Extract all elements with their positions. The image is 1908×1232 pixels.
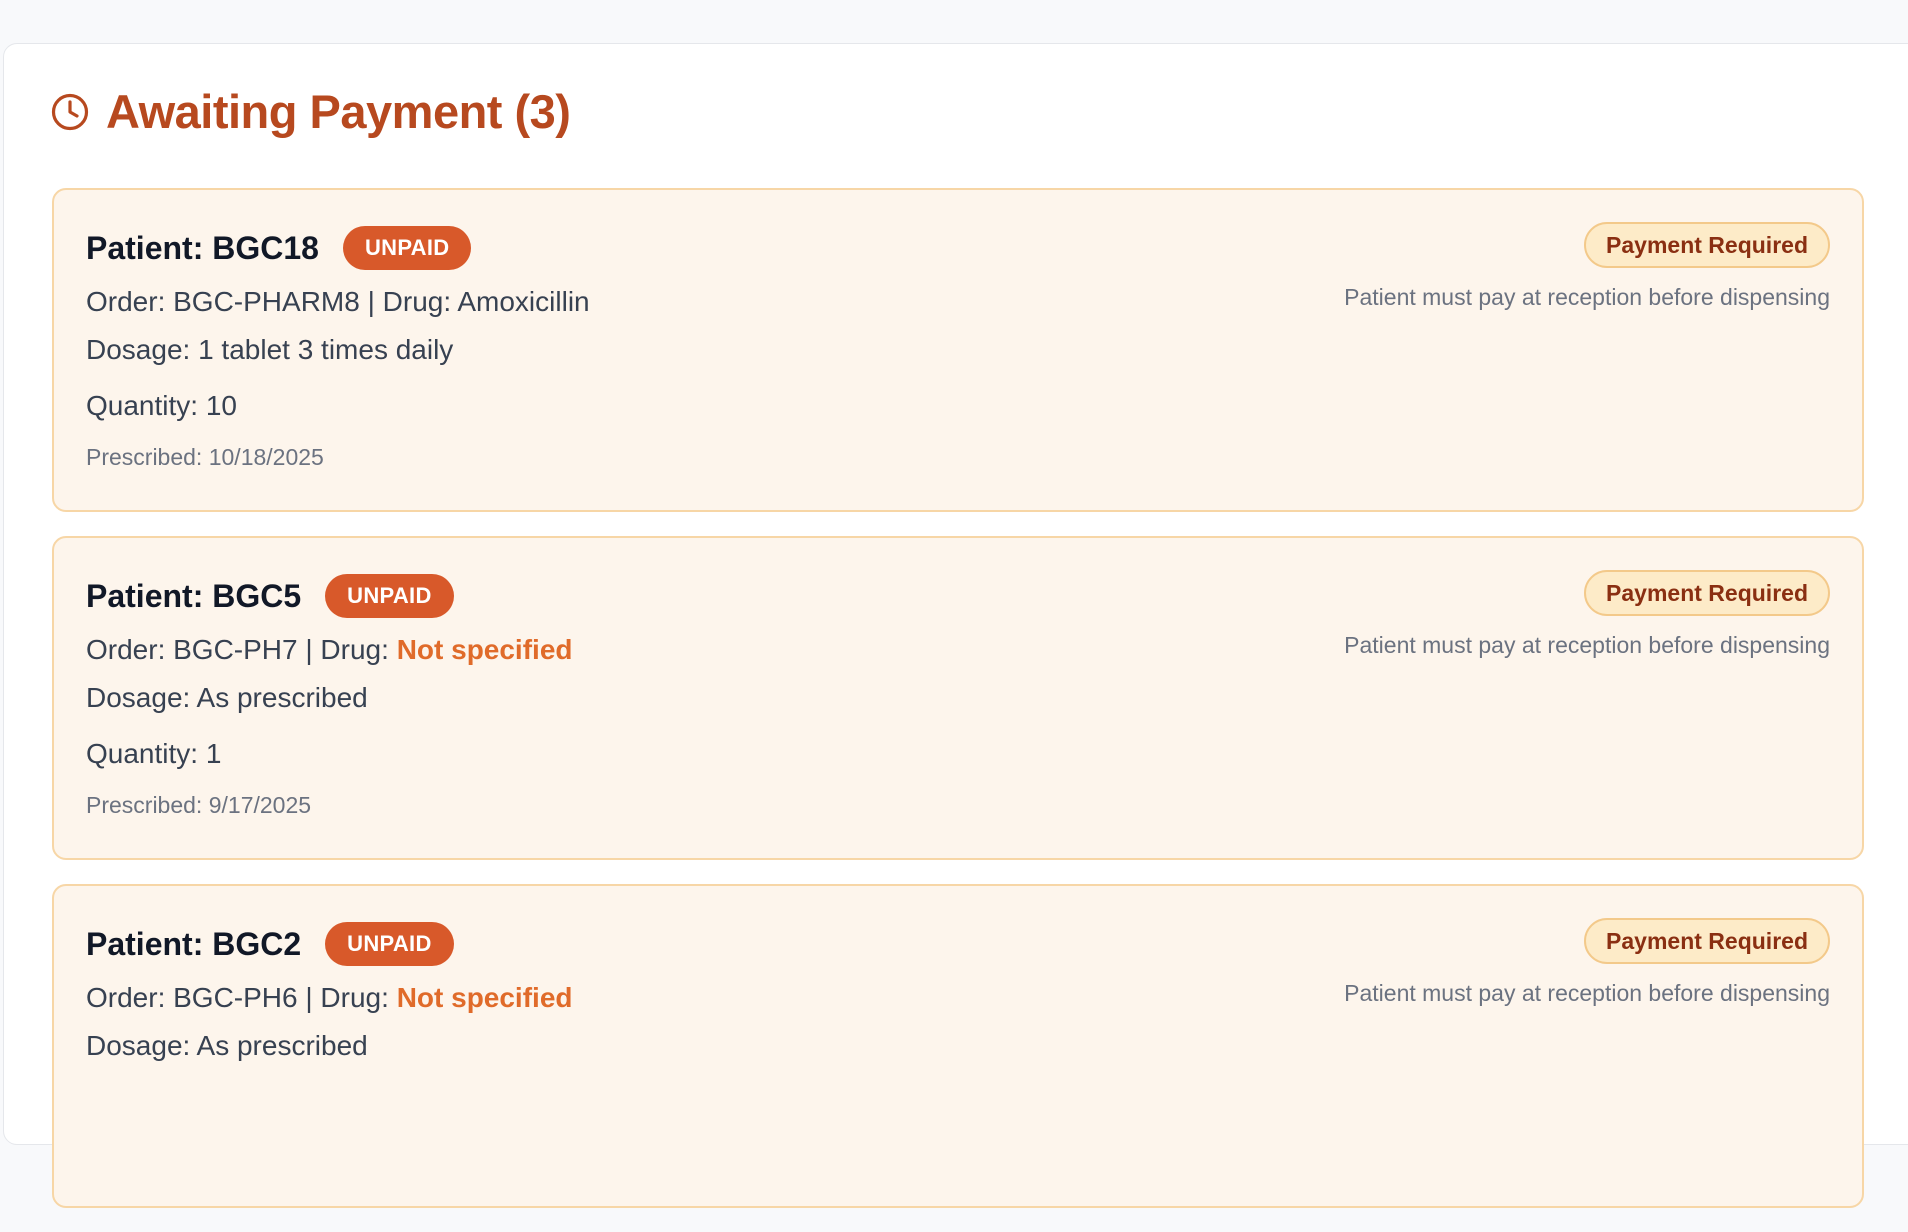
unpaid-badge: UNPAID [325, 922, 454, 966]
order-list: Patient: BGC18 UNPAID Order: BGC-PHARM8 … [52, 188, 1864, 1232]
patient-name: Patient: BGC18 [86, 229, 319, 266]
drug-name: Amoxicillin [457, 286, 590, 317]
order-id-text: Order: BGC-PH7 | Drug: [86, 634, 397, 665]
unpaid-badge: UNPAID [325, 574, 454, 618]
order-details: Patient: BGC2 UNPAID Order: BGC-PH6 | Dr… [86, 922, 573, 1168]
section-header: Awaiting Payment (3) [50, 84, 571, 139]
order-line: Order: BGC-PHARM8 | Drug: Amoxicillin [86, 284, 590, 320]
order-id-text: Order: BGC-PHARM8 | Drug: [86, 286, 458, 317]
quantity-text: Quantity: 10 [86, 390, 237, 421]
patient-row: Patient: BGC18 UNPAID [86, 226, 590, 270]
payment-info: Payment Required Patient must pay at rec… [1344, 222, 1830, 312]
order-line: Order: BGC-PH7 | Drug: Not specified [86, 632, 573, 668]
unpaid-badge: UNPAID [342, 226, 472, 270]
patient-name: Patient: BGC5 [86, 577, 302, 614]
dosage-text: Dosage: As prescribed [86, 682, 368, 713]
drug-name: Not specified [396, 982, 573, 1013]
drug-name: Not specified [396, 634, 573, 665]
payment-note: Patient must pay at reception before dis… [1344, 284, 1830, 310]
order-id-text: Order: BGC-PH6 | Drug: [86, 982, 397, 1013]
prescribed-date [86, 1138, 573, 1168]
section-title: Awaiting Payment (3) [106, 85, 571, 138]
order-card: Patient: BGC18 UNPAID Order: BGC-PHARM8 … [52, 188, 1864, 512]
payment-note: Patient must pay at reception before dis… [1344, 632, 1830, 658]
patient-row: Patient: BGC5 UNPAID [86, 574, 573, 618]
patient-name: Patient: BGC2 [86, 925, 302, 962]
payment-required-badge: Payment Required [1584, 918, 1830, 964]
quantity-text: Quantity: 1 [86, 738, 222, 769]
clock-icon [50, 92, 90, 132]
prescribed-date: Prescribed: 9/17/2025 [86, 792, 312, 818]
order-card: Patient: BGC5 UNPAID Order: BGC-PH7 | Dr… [52, 536, 1864, 860]
quantity-text [86, 1084, 573, 1120]
payment-note: Patient must pay at reception before dis… [1344, 980, 1830, 1006]
payment-required-badge: Payment Required [1584, 222, 1830, 268]
prescribed-date: Prescribed: 10/18/2025 [86, 444, 324, 470]
order-details: Patient: BGC18 UNPAID Order: BGC-PHARM8 … [86, 226, 590, 472]
payment-required-badge: Payment Required [1584, 570, 1830, 616]
payment-info: Payment Required Patient must pay at rec… [1344, 570, 1830, 660]
patient-row: Patient: BGC2 UNPAID [86, 922, 573, 966]
order-details: Patient: BGC5 UNPAID Order: BGC-PH7 | Dr… [86, 574, 573, 820]
payment-info: Payment Required Patient must pay at rec… [1344, 918, 1830, 1008]
order-card: Patient: BGC2 UNPAID Order: BGC-PH6 | Dr… [52, 884, 1864, 1208]
dosage-text: Dosage: 1 tablet 3 times daily [86, 334, 454, 365]
order-line: Order: BGC-PH6 | Drug: Not specified [86, 980, 573, 1016]
dosage-text: Dosage: As prescribed [86, 1030, 368, 1061]
